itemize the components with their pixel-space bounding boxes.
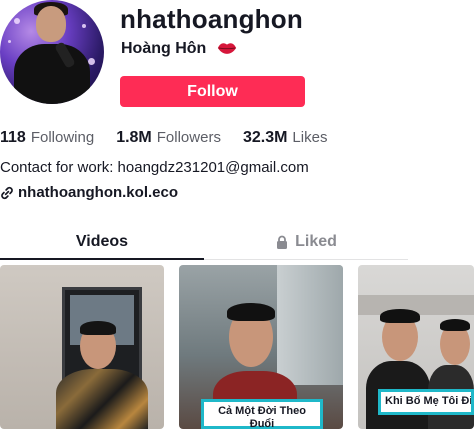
bio-link-text[interactable]: nhathoanghon.kol.eco: [18, 184, 178, 201]
tab-liked[interactable]: Liked: [204, 224, 408, 260]
video-caption-2: Cả Một Đời Theo Đuổi Dạo Ánh: [201, 399, 323, 429]
profile-stats: 118 Following 1.8M Followers 32.3M Likes: [0, 129, 349, 147]
bio-link[interactable]: nhathoanghon.kol.eco: [0, 184, 178, 201]
followers-count: 1.8M: [116, 129, 152, 146]
likes-count: 32.3M: [242, 129, 288, 146]
lips-icon: [217, 43, 236, 54]
profile-username: nhathoanghon: [120, 4, 303, 34]
tab-liked-label: Liked: [295, 233, 337, 250]
following-label: Following: [30, 129, 95, 146]
lock-icon: [277, 235, 288, 249]
video-caption-3: Khi Bố Mẹ Tôi Đi V: [378, 389, 474, 415]
nickname-text: Hoàng Hôn: [121, 40, 207, 57]
video-thumbnail-2[interactable]: Cả Một Đời Theo Đuổi Dạo Ánh: [179, 265, 343, 429]
stat-following[interactable]: 118 Following: [0, 129, 94, 147]
stat-likes: 32.3M Likes: [243, 129, 328, 147]
follow-button[interactable]: Follow: [120, 76, 305, 107]
avatar[interactable]: [0, 0, 104, 104]
tab-videos[interactable]: Videos: [0, 224, 204, 260]
video-caption-3-text: Khi Bố Mẹ Tôi Đi V: [385, 395, 474, 407]
link-icon: [1, 186, 13, 199]
video-thumbnail-3[interactable]: Khi Bố Mẹ Tôi Đi V: [358, 265, 474, 429]
profile-tabs: Videos Liked: [0, 224, 408, 260]
followers-label: Followers: [156, 129, 221, 146]
tab-videos-label: Videos: [75, 233, 129, 250]
bio-contact: Contact for work: hoangdz231201@gmail.co…: [0, 159, 309, 176]
stat-followers[interactable]: 1.8M Followers: [116, 129, 221, 147]
following-count: 118: [0, 129, 26, 146]
video-caption-2-text: Cả Một Đời Theo Đuổi Dạo Ánh: [218, 405, 306, 429]
video-grid: Cả Một Đời Theo Đuổi Dạo Ánh Khi Bố Mẹ T…: [0, 265, 474, 429]
profile-nickname: Hoàng Hôn: [121, 40, 237, 58]
video-thumbnail-1[interactable]: [0, 265, 164, 429]
active-tab-indicator: [0, 258, 204, 260]
likes-label: Likes: [292, 129, 328, 146]
